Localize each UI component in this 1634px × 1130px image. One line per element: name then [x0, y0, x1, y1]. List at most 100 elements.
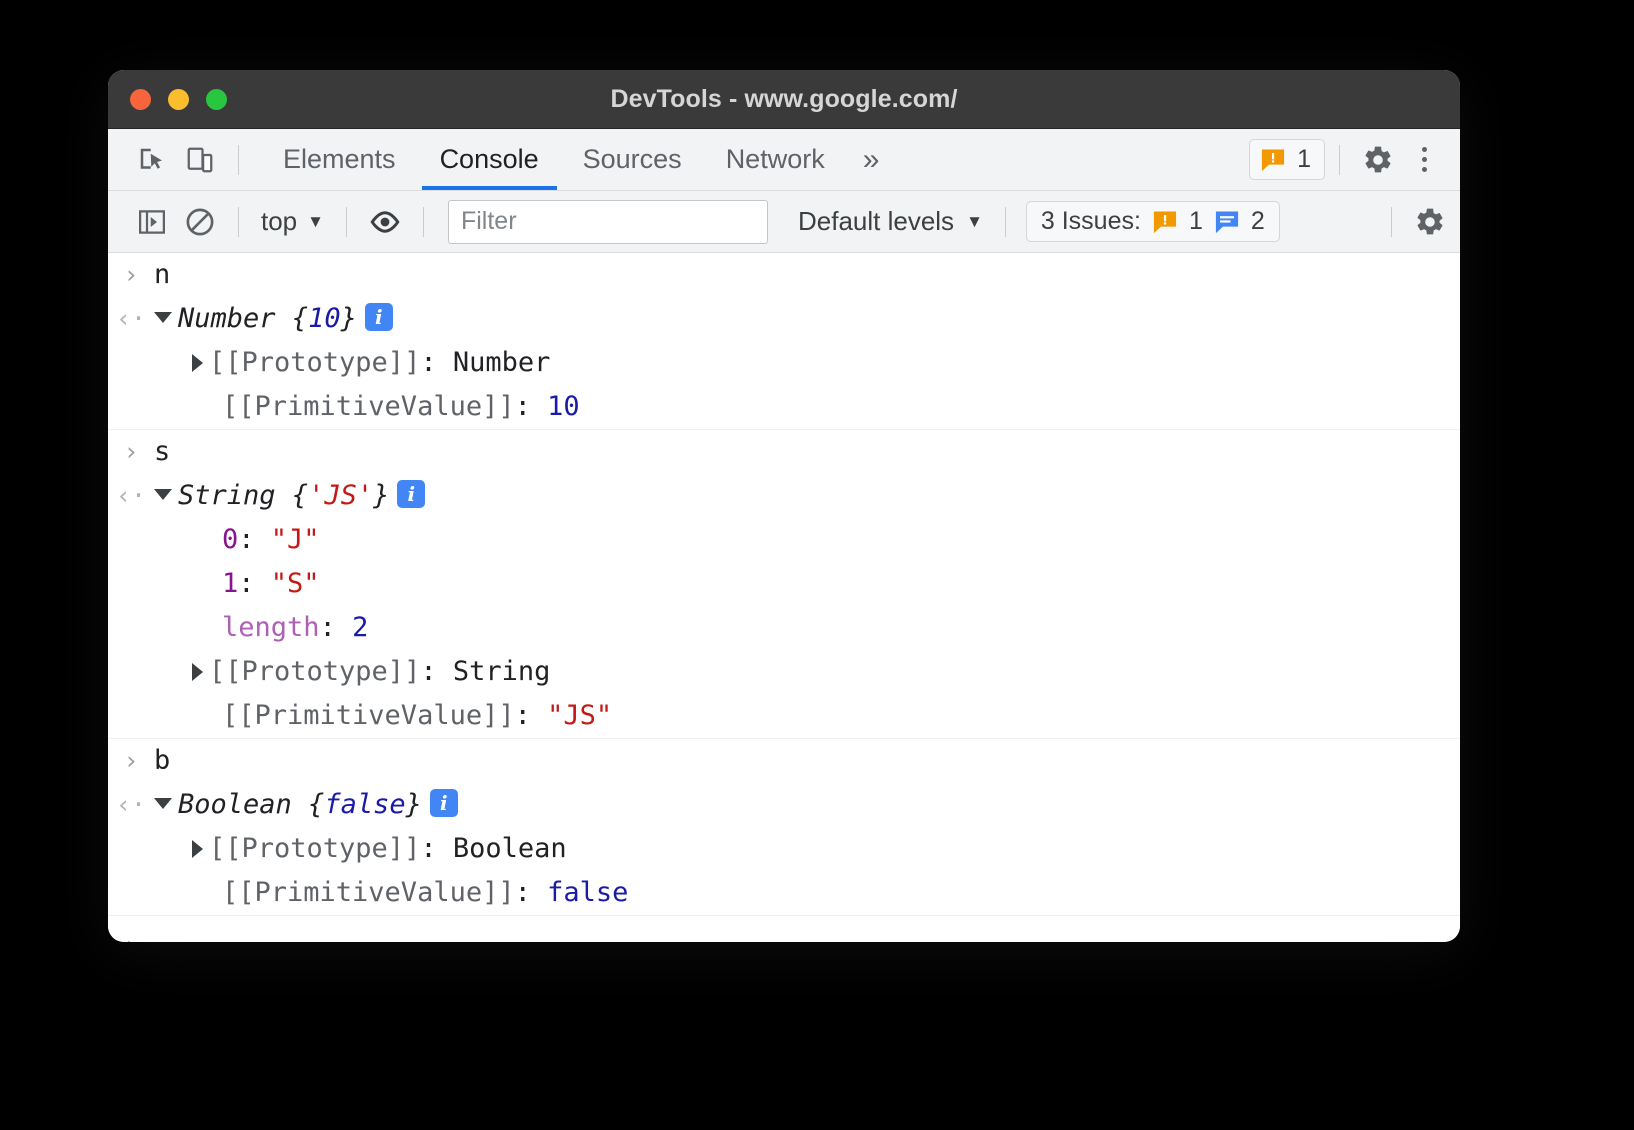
tab-network[interactable]: Network — [704, 129, 847, 190]
window-titlebar: DevTools - www.google.com/ — [108, 70, 1460, 129]
window-title: DevTools - www.google.com/ — [108, 85, 1460, 114]
console-property-row[interactable]: [[Prototype]]: Boolean — [108, 827, 1460, 871]
disclosure-triangle-closed-icon[interactable] — [192, 840, 203, 858]
console-sidebar-toggle-button[interactable] — [128, 199, 176, 245]
gear-icon — [1362, 144, 1394, 176]
object-brace-close: } — [341, 303, 357, 334]
console-result-line[interactable]: ‹·Number {10}i — [108, 297, 1460, 341]
result-gutter-icon: ‹· — [108, 784, 154, 826]
devtools-window: DevTools - www.google.com/ Elements — [108, 70, 1460, 942]
live-expression-icon — [368, 205, 402, 239]
object-preview-value: 10 — [308, 303, 341, 334]
device-toolbar-button[interactable] — [176, 137, 224, 183]
property-separator: : — [420, 347, 453, 378]
console-prompt-arrow: › — [108, 931, 154, 942]
minimize-window-button[interactable] — [168, 89, 189, 110]
property-value: Boolean — [453, 833, 567, 864]
property-content: [[Prototype]]: String — [154, 651, 1460, 693]
tab-sources[interactable]: Sources — [561, 129, 704, 190]
log-levels-selector[interactable]: Default levels ▼ — [790, 202, 991, 241]
result-gutter-icon: ‹· — [108, 298, 154, 340]
devtools-main-menu-button[interactable] — [1402, 137, 1446, 183]
console-result-content: Number {10}i — [154, 298, 1460, 340]
error-count-value: 1 — [1297, 145, 1311, 174]
console-prompt[interactable]: › — [108, 916, 1460, 942]
info-badge-icon[interactable]: i — [397, 480, 425, 508]
issues-info-count: 2 — [1251, 207, 1265, 236]
panel-tabs: Elements Console Sources Network » — [261, 129, 895, 190]
info-badge-icon[interactable]: i — [430, 789, 458, 817]
property-value: "J" — [271, 524, 320, 555]
property-value: false — [547, 877, 628, 908]
window-traffic-lights — [130, 89, 227, 110]
devtools-tabbar: Elements Console Sources Network » — [108, 129, 1460, 191]
tab-elements-label: Elements — [283, 144, 396, 175]
console-property-row[interactable]: [[Prototype]]: Number — [108, 341, 1460, 385]
disclosure-triangle-open-icon[interactable] — [154, 489, 172, 500]
issues-label: 3 Issues: — [1041, 207, 1141, 236]
tab-console[interactable]: Console — [418, 129, 561, 190]
info-badge-icon[interactable]: i — [365, 303, 393, 331]
tab-network-label: Network — [726, 144, 825, 175]
console-sidebar-icon — [137, 207, 167, 237]
console-settings-button[interactable] — [1406, 199, 1454, 245]
console-filter-input[interactable] — [448, 200, 768, 244]
property-separator: : — [420, 656, 453, 687]
property-separator: : — [515, 391, 548, 422]
devtools-settings-button[interactable] — [1354, 137, 1402, 183]
console-property-row: [[PrimitiveValue]]: "JS" — [108, 694, 1460, 738]
tab-elements[interactable]: Elements — [261, 129, 418, 190]
tab-sources-label: Sources — [583, 144, 682, 175]
console-toolbar: top ▼ Default levels ▼ 3 Issues: — [108, 191, 1460, 253]
execution-context-selector[interactable]: top ▼ — [253, 202, 332, 241]
issues-warning-count: 1 — [1189, 207, 1203, 236]
inspect-element-button[interactable] — [128, 137, 176, 183]
property-key: 1 — [222, 568, 238, 599]
disclosure-triangle-closed-icon[interactable] — [192, 663, 203, 681]
kebab-menu-icon-dot-3 — [1422, 167, 1427, 172]
issue-warning-icon — [1259, 146, 1287, 174]
console-result-line[interactable]: ‹·String {'JS'}i — [108, 474, 1460, 518]
issue-info-icon — [1213, 208, 1241, 236]
chevron-down-icon: ▼ — [307, 213, 324, 230]
console-property-row[interactable]: [[Prototype]]: String — [108, 650, 1460, 694]
device-toolbar-icon — [185, 145, 215, 175]
console-toolbar-divider-1 — [238, 207, 239, 237]
console-command-line: ›b — [108, 739, 1460, 783]
disclosure-triangle-open-icon[interactable] — [154, 312, 172, 323]
property-content: 0: "J" — [154, 519, 1460, 561]
console-output-area[interactable]: ›n‹·Number {10}i[[Prototype]]: Number[[P… — [108, 253, 1460, 942]
disclosure-triangle-closed-icon[interactable] — [192, 354, 203, 372]
property-separator: : — [420, 833, 453, 864]
console-command-line: ›n — [108, 253, 1460, 297]
console-command-text: s — [154, 431, 1460, 473]
object-brace-open: { — [292, 789, 325, 820]
tabbar-right-divider — [1339, 145, 1340, 175]
property-separator: : — [515, 877, 548, 908]
clear-console-button[interactable] — [176, 199, 224, 245]
object-preview-value: 'JS' — [308, 480, 373, 511]
property-key: 0 — [222, 524, 238, 555]
execution-context-label: top — [261, 206, 297, 237]
close-window-button[interactable] — [130, 89, 151, 110]
maximize-window-button[interactable] — [206, 89, 227, 110]
create-live-expression-button[interactable] — [361, 199, 409, 245]
issues-counter-button[interactable]: 3 Issues: 1 2 — [1026, 201, 1280, 242]
error-count-button[interactable]: 1 — [1249, 139, 1325, 180]
console-result-line[interactable]: ‹·Boolean {false}i — [108, 783, 1460, 827]
property-value: 10 — [547, 391, 580, 422]
disclosure-triangle-open-icon[interactable] — [154, 798, 172, 809]
property-key: [[PrimitiveValue]] — [222, 700, 515, 731]
property-content: [[PrimitiveValue]]: 10 — [154, 386, 1460, 428]
more-tabs-button[interactable]: » — [847, 129, 896, 190]
property-value: String — [453, 656, 551, 687]
log-levels-label: Default levels — [798, 206, 954, 237]
property-key: [[Prototype]] — [209, 347, 420, 378]
console-property-row: 1: "S" — [108, 562, 1460, 606]
console-toolbar-divider-5 — [1391, 207, 1392, 237]
property-value: 2 — [352, 612, 368, 643]
property-value: Number — [453, 347, 551, 378]
property-key: [[PrimitiveValue]] — [222, 391, 515, 422]
command-gutter-icon: › — [108, 740, 154, 782]
console-result-content: String {'JS'}i — [154, 475, 1460, 517]
